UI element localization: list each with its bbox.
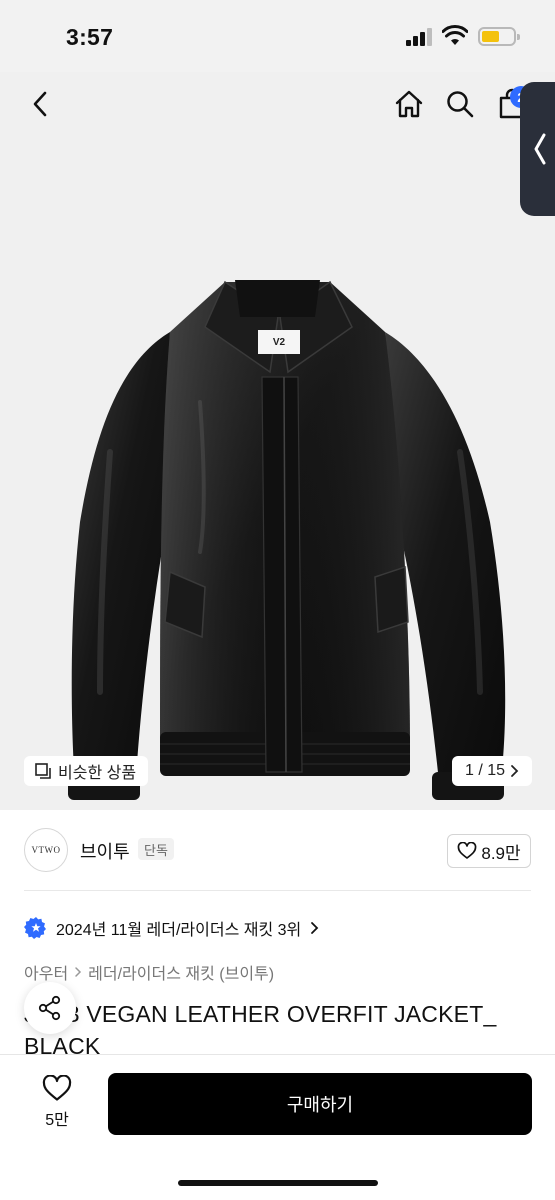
bottom-action-bar: 5만 구매하기 [0, 1054, 555, 1200]
image-page-counter[interactable]: 1 / 15 [452, 756, 532, 786]
ranking-link[interactable]: 2024년 11월 레더/라이더스 재킷 3위 [24, 914, 319, 942]
brand-like-button[interactable]: 8.9만 [447, 834, 531, 868]
ranking-text: 2024년 11월 레더/라이더스 재킷 3위 [56, 922, 302, 939]
battery-icon [478, 27, 520, 46]
product-image-gallery[interactable]: V2 [0, 72, 555, 810]
brand-row: VTWO 브이투 단독 8.9만 [0, 824, 555, 882]
side-panel-handle[interactable] [520, 82, 555, 216]
heart-icon [458, 842, 477, 859]
breadcrumb-subcategory[interactable]: 레더/라이더스 재킷 (브이투) [88, 960, 274, 984]
breadcrumb-category[interactable]: 아우터 [24, 960, 68, 984]
brand-logo[interactable]: VTWO [24, 828, 68, 872]
chevron-left-icon [33, 91, 47, 117]
similar-products-label: 비슷한 상품 [58, 765, 137, 782]
heart-icon [42, 1075, 72, 1101]
similar-products-button[interactable]: 비슷한 상품 [24, 756, 149, 786]
search-icon [447, 91, 474, 118]
wishlist-count: 5만 [45, 1112, 69, 1129]
search-button[interactable] [442, 86, 478, 122]
exclusive-tag: 단독 [138, 838, 174, 860]
wishlist-button[interactable]: 5만 [28, 1075, 86, 1137]
status-time: 3:57 [66, 24, 114, 50]
back-button[interactable] [22, 86, 58, 122]
buy-button[interactable]: 구매하기 [108, 1073, 532, 1135]
breadcrumb: 아우터 레더/라이더스 재킷 (브이투) [24, 960, 274, 984]
signal-icon [406, 28, 434, 46]
chevron-right-icon [311, 922, 319, 934]
brand-label-text: V2 [272, 336, 286, 348]
brand-name[interactable]: 브이투 [80, 838, 130, 864]
share-icon [38, 995, 61, 1021]
status-bar: 3:57 [0, 0, 555, 72]
page-counter-text: 1 / 15 [464, 762, 506, 779]
chevron-left-icon [534, 133, 546, 165]
brand-like-count: 8.9만 [481, 843, 521, 863]
chevron-right-icon [75, 967, 82, 977]
home-icon [395, 90, 423, 118]
home-indicator [178, 1180, 378, 1186]
product-image [68, 280, 506, 800]
copy-icon [35, 763, 51, 779]
wifi-icon [442, 25, 468, 45]
divider [24, 890, 531, 891]
share-button[interactable] [24, 982, 76, 1034]
chevron-right-icon [511, 765, 519, 777]
product-title: J⋯-3 VEGAN LEATHER OVERFIT JACKET_ BLACK [24, 1001, 497, 1059]
home-button[interactable] [391, 86, 427, 122]
ranking-badge-icon [24, 917, 46, 939]
